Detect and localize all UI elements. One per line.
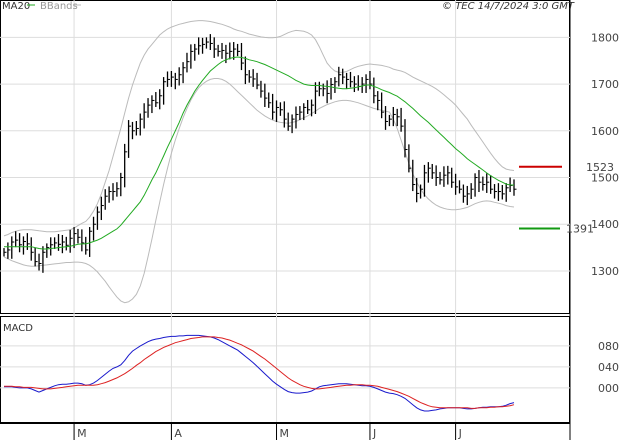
price-axis-ticks: 1800 1700 1600 1500 1400 1300 [591,31,619,278]
legend-ma20-label: MA20 [2,1,30,12]
month-label: A [174,427,182,440]
price-bars [3,34,517,273]
macd-signal-line [4,336,515,409]
stock-chart: 1523 1391 180017001600150014001300 08004… [0,0,619,440]
price-tick-label: 1600 [591,125,619,138]
price-tick-label: 1500 [591,172,619,185]
price-grid [0,36,570,272]
macd-grid [0,345,570,389]
bbands-lower-line [3,78,515,304]
macd-tick-label: 080 [598,340,619,353]
price-tick-label: 1700 [591,78,619,91]
timestamp: © TEC 14/7/2024 3:0 GMT [442,1,575,12]
macd-line [4,334,515,412]
ma20-line [4,56,514,250]
macd-panel-title: MACD [3,323,33,334]
month-axis-labels: MAMJJ [77,427,462,440]
legend-bbands-label: BBands [40,1,78,12]
month-label: M [77,427,87,440]
month-label: J [458,427,462,440]
macd-tick-label: 000 [598,382,619,395]
month-label: J [372,427,376,440]
support-level-label: 1391 [566,222,594,235]
month-label: M [280,427,290,440]
bbands-upper-line [3,20,515,237]
macd-axis-ticks: 080 040 000 [598,340,619,395]
macd-panel-frame [0,316,570,423]
price-tick-label: 1400 [591,218,619,231]
macd-tick-label: 040 [598,361,619,374]
price-tick-label: 1800 [591,31,619,44]
price-tick-label: 1300 [591,265,619,278]
price-panel-frame [0,0,570,314]
